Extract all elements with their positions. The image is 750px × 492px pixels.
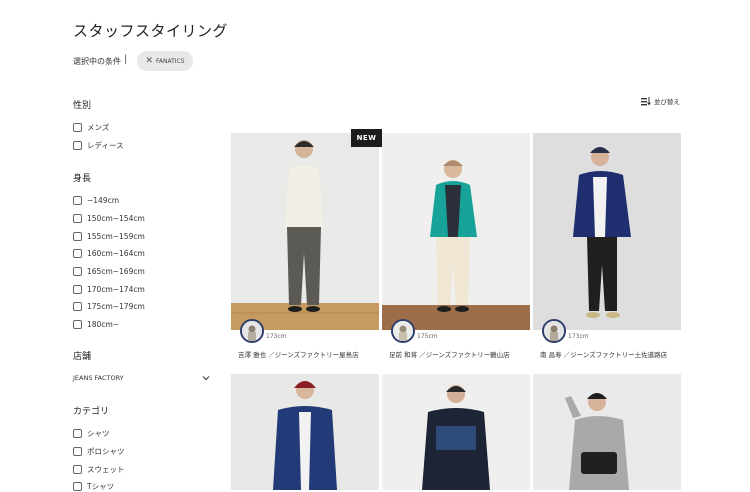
filter-option-height-160-164[interactable]: 160cm~164cm <box>73 247 145 259</box>
store-dropdown[interactable]: JEANS FACTORY <box>73 372 210 384</box>
checkbox[interactable] <box>73 319 82 329</box>
filter-heading-store: 店舗 <box>73 352 92 362</box>
filter-option-tshirt[interactable]: Tシャツ <box>73 480 114 492</box>
filter-option-sweat[interactable]: スウェット <box>73 463 125 475</box>
chevron-down-icon <box>202 376 210 381</box>
filter-option-height-149[interactable]: ~149cm <box>73 194 119 206</box>
staff-photo-image <box>533 133 681 330</box>
staff-height: 173cm <box>266 333 287 340</box>
selected-conditions-label: 選択中の条件 <box>73 57 121 66</box>
filter-option-mens[interactable]: メンズ <box>73 121 109 133</box>
filter-option-shirt[interactable]: シャツ <box>73 427 110 439</box>
checkbox[interactable] <box>73 428 82 438</box>
page-title: スタッフスタイリング <box>73 22 229 40</box>
checkbox[interactable] <box>73 301 82 311</box>
staff-caption[interactable]: 南 昌寿 ／ジーンズファクトリー土佐道路店 <box>540 349 667 359</box>
filter-chip-fanatics[interactable]: ✕ FANATICS <box>137 51 193 71</box>
avatar <box>240 319 264 343</box>
checkbox[interactable] <box>73 195 82 205</box>
checkbox[interactable] <box>73 248 82 258</box>
checkbox[interactable] <box>73 213 82 223</box>
staff-photo-image <box>382 374 530 490</box>
checkbox[interactable] <box>73 266 82 276</box>
checkbox[interactable] <box>73 284 82 294</box>
filter-option-height-165-169[interactable]: 165cm~169cm <box>73 265 145 277</box>
checkbox[interactable] <box>73 122 82 132</box>
avatar <box>542 319 566 343</box>
filter-option-height-180[interactable]: 180cm~ <box>73 318 119 330</box>
styling-photo-2[interactable] <box>382 133 530 330</box>
checkbox[interactable] <box>73 481 82 491</box>
close-icon[interactable]: ✕ <box>145 56 153 66</box>
styling-photo-1[interactable] <box>231 133 379 330</box>
checkbox[interactable] <box>73 446 82 456</box>
sort-button[interactable]: 並び替え <box>641 96 680 106</box>
staff-caption[interactable]: 足前 和将 ／ジーンズファクトリー鶴山店 <box>389 349 510 359</box>
staff-height: 175cm <box>417 333 438 340</box>
staff-photo-image <box>231 133 379 330</box>
filter-heading-category: カテゴリ <box>73 407 110 417</box>
staff-photo-image <box>231 374 379 490</box>
sort-label: 並び替え <box>654 98 680 106</box>
filter-heading-gender: 性別 <box>73 101 92 111</box>
styling-photo-5[interactable] <box>382 374 530 490</box>
filter-option-ladies[interactable]: レディース <box>73 139 124 151</box>
filter-heading-height: 身長 <box>73 174 92 184</box>
checkbox[interactable] <box>73 140 82 150</box>
staff-height: 173cm <box>568 333 589 340</box>
filter-option-height-150-154[interactable]: 150cm~154cm <box>73 212 145 224</box>
sort-icon <box>641 96 651 105</box>
new-badge: NEW <box>351 129 382 147</box>
staff-caption[interactable]: 吉澤 雅也 ／ジーンズファクトリー屋島店 <box>238 349 359 359</box>
avatar <box>391 319 415 343</box>
conditions-separator: | <box>124 54 128 65</box>
styling-photo-4[interactable] <box>231 374 379 490</box>
staff-photo-image <box>533 374 681 490</box>
filter-option-polo[interactable]: ポロシャツ <box>73 445 125 457</box>
store-dropdown-value: JEANS FACTORY <box>73 374 124 382</box>
checkbox[interactable] <box>73 464 82 474</box>
staff-photo-image <box>382 133 530 330</box>
filter-option-height-170-174[interactable]: 170cm~174cm <box>73 283 145 295</box>
styling-photo-6[interactable] <box>533 374 681 490</box>
filter-option-height-155-159[interactable]: 155cm~159cm <box>73 230 145 242</box>
filter-option-height-175-179[interactable]: 175cm~179cm <box>73 300 145 312</box>
styling-photo-3[interactable] <box>533 133 681 330</box>
filter-chip-label: FANATICS <box>155 57 185 65</box>
checkbox[interactable] <box>73 231 82 241</box>
